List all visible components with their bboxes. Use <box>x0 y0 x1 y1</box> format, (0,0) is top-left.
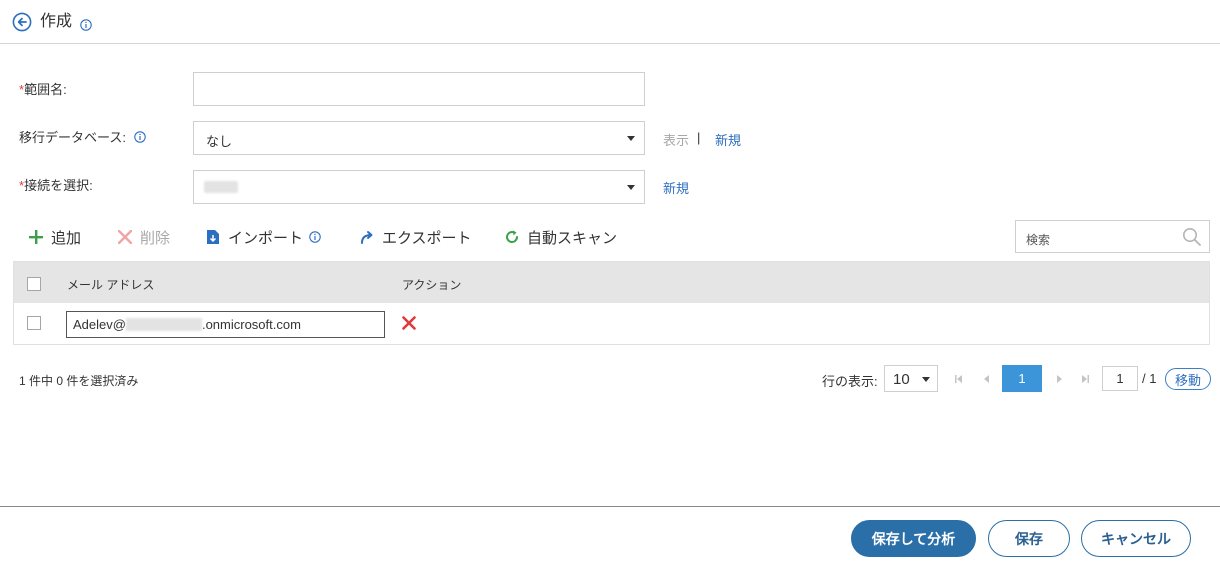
redacted-connection-value <box>204 181 238 193</box>
export-button-label: エクスポート <box>382 229 472 247</box>
current-page-button[interactable]: 1 <box>1002 365 1042 392</box>
first-page-button[interactable] <box>946 365 972 392</box>
info-icon[interactable] <box>80 18 92 31</box>
x-icon <box>118 230 132 244</box>
email-input[interactable]: Adelev@ .onmicrosoft.com <box>66 311 385 338</box>
migration-db-show-link[interactable]: 表示 <box>663 130 689 149</box>
auto-scan-button-label: 自動スキャン <box>527 229 618 247</box>
column-action: アクション <box>402 278 462 292</box>
email-table: メール アドレス アクション Adelev@ .onmicrosoft.com <box>13 261 1210 345</box>
connection-select[interactable] <box>193 170 645 204</box>
refresh-icon <box>506 230 519 243</box>
link-separator: | <box>697 130 701 145</box>
connection-label-text: 接続を選択: <box>24 178 93 193</box>
auto-scan-button[interactable]: 自動スキャン <box>505 227 617 247</box>
next-page-icon <box>1057 374 1062 383</box>
table-header: メール アドレス アクション <box>14 262 1209 303</box>
rows-per-page-label: 行の表示: <box>822 374 878 389</box>
chevron-down-icon <box>627 136 635 141</box>
migration-db-label: 移行データベース: <box>19 130 146 146</box>
delete-button[interactable]: 削除 <box>118 227 170 247</box>
delete-button-label: 削除 <box>140 229 171 247</box>
last-page-icon <box>1082 374 1089 383</box>
redacted-email-part <box>125 318 202 331</box>
migration-db-select[interactable]: なし <box>193 121 645 155</box>
save-button[interactable]: 保存 <box>988 520 1070 557</box>
search-icon[interactable] <box>1182 227 1202 247</box>
migration-db-label-text: 移行データベース: <box>19 130 126 145</box>
first-page-icon <box>955 374 962 383</box>
migration-db-value: なし <box>206 134 233 149</box>
plus-icon <box>29 230 43 244</box>
prev-page-icon <box>984 374 989 383</box>
search-input[interactable]: 検索 <box>1015 220 1210 253</box>
table-row: Adelev@ .onmicrosoft.com <box>14 303 1209 344</box>
add-button-label: 追加 <box>51 229 82 247</box>
page-title: 作成 <box>40 13 73 30</box>
connection-new-link[interactable]: 新規 <box>663 178 689 197</box>
info-icon[interactable] <box>133 131 146 143</box>
email-prefix: Adelev@ <box>73 317 126 332</box>
title-info[interactable] <box>80 16 92 31</box>
back-arrow-icon[interactable] <box>12 12 32 32</box>
page-number-input[interactable]: 1 <box>1102 366 1138 391</box>
row-checkbox[interactable] <box>27 316 41 330</box>
page-header: 作成 <box>0 0 1220 44</box>
cancel-button[interactable]: キャンセル <box>1081 520 1191 557</box>
scope-name-label-text: 範囲名: <box>24 82 67 97</box>
page-total: / 1 <box>1142 371 1157 386</box>
scope-name-input[interactable] <box>193 72 645 106</box>
footer-divider <box>0 506 1220 507</box>
go-page-button[interactable]: 移動 <box>1165 368 1211 390</box>
selection-status: 1 件中 0 件を選択済み <box>19 374 139 388</box>
email-suffix: .onmicrosoft.com <box>201 317 301 332</box>
next-page-button[interactable] <box>1046 365 1072 392</box>
scope-name-label: *範囲名: <box>19 82 67 98</box>
rows-per-page-select[interactable]: 10 <box>884 365 938 392</box>
import-button[interactable]: インポート <box>206 227 321 247</box>
chevron-down-icon <box>627 185 635 190</box>
search-placeholder: 検索 <box>1026 233 1051 247</box>
import-icon <box>207 230 219 244</box>
export-button[interactable]: エクスポート <box>360 227 472 247</box>
import-button-label: インポート <box>228 229 304 247</box>
prev-page-button[interactable] <box>974 365 1000 392</box>
save-analyze-button[interactable]: 保存して分析 <box>851 520 976 557</box>
delete-row-icon[interactable] <box>402 316 416 330</box>
column-email: メール アドレス <box>67 278 155 292</box>
info-icon[interactable] <box>309 231 321 243</box>
rows-per-page-value: 10 <box>893 371 910 388</box>
chevron-down-icon <box>922 377 930 382</box>
connection-label: *接続を選択: <box>19 178 93 194</box>
last-page-button[interactable] <box>1072 365 1098 392</box>
export-arrow-icon <box>361 231 373 244</box>
select-all-checkbox[interactable] <box>27 277 41 291</box>
add-button[interactable]: 追加 <box>29 227 81 247</box>
migration-db-new-link[interactable]: 新規 <box>715 130 741 149</box>
